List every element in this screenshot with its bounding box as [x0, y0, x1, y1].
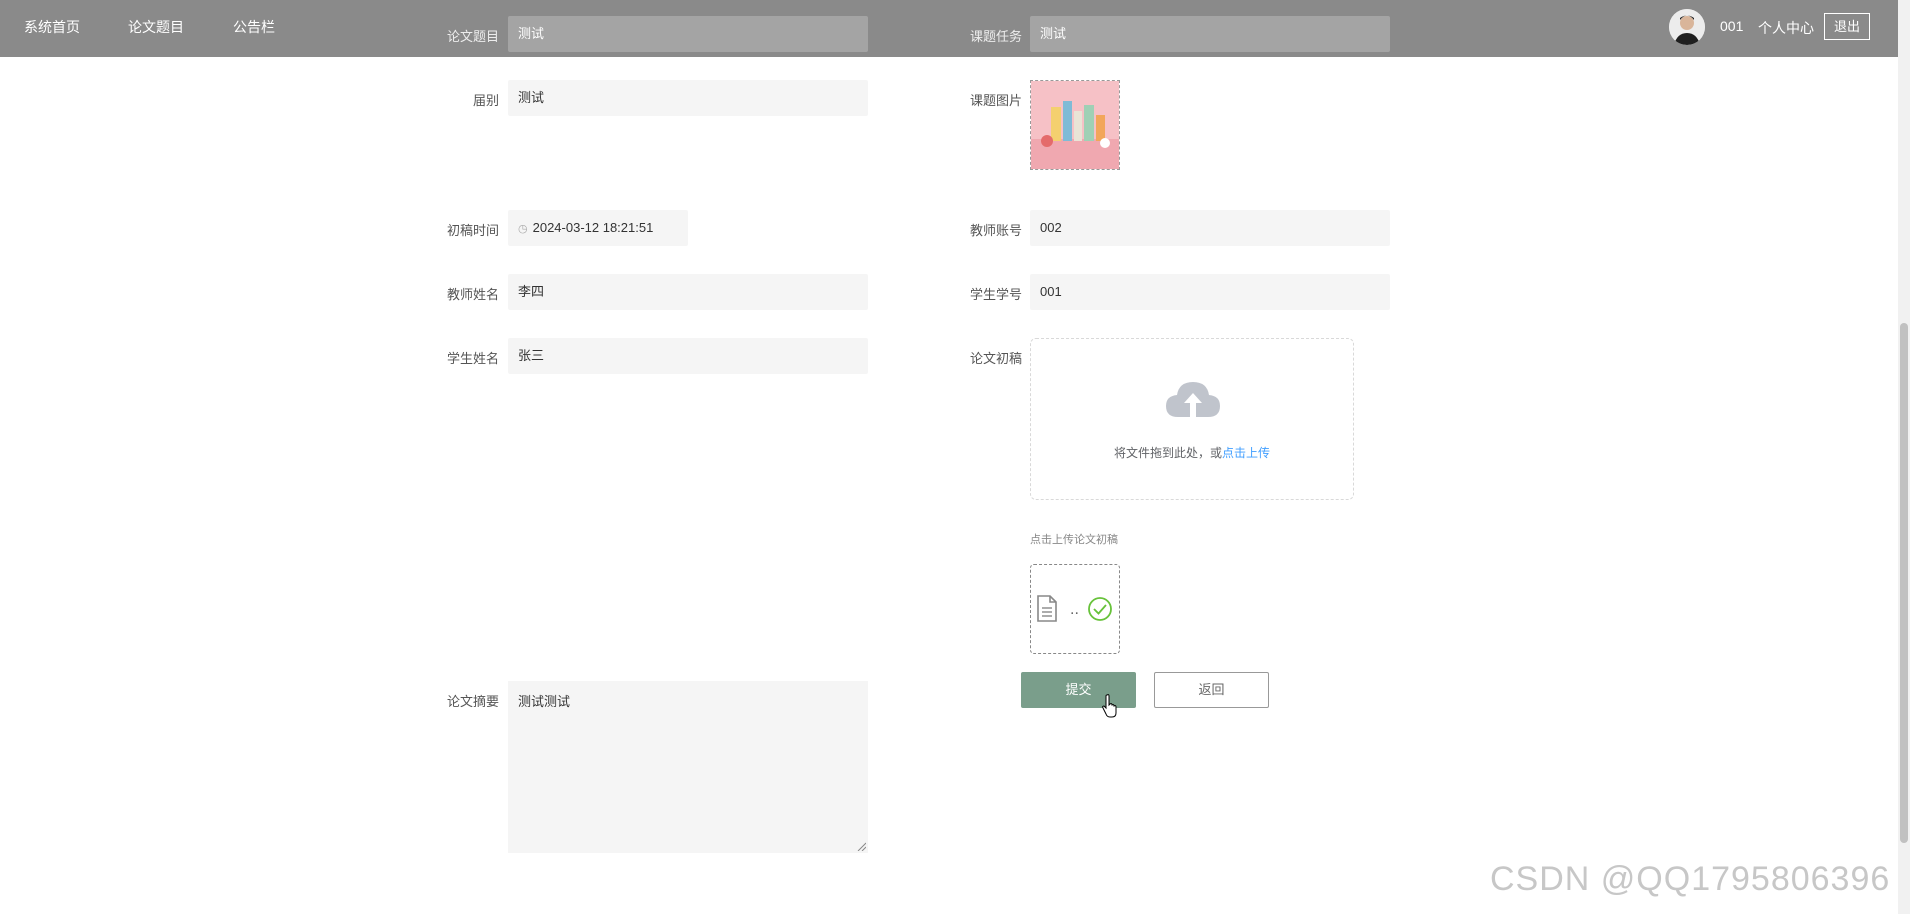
- session-field[interactable]: 测试: [508, 80, 868, 116]
- username-label: 001: [1720, 18, 1744, 34]
- clock-icon: ◷: [518, 223, 528, 235]
- draft-label: 论文初稿: [969, 351, 1022, 366]
- uploaded-file-card[interactable]: ..: [1030, 564, 1120, 654]
- abstract-label: 论文摘要: [446, 694, 499, 709]
- upload-cloud-icon: [1166, 382, 1220, 417]
- draft-time-picker[interactable]: ◷ 2024-03-12 18:21:51: [508, 210, 688, 246]
- topic-image[interactable]: [1030, 80, 1120, 170]
- student-name-label: 学生姓名: [446, 351, 499, 366]
- upload-hint: 将文件拖到此处，或点击上传: [1031, 444, 1353, 461]
- task-label: 课题任务: [969, 29, 1022, 44]
- teacher-name-label: 教师姓名: [446, 287, 499, 302]
- upload-hint-text: 将文件拖到此处，或: [1113, 446, 1222, 460]
- draft-upload-dropzone[interactable]: 将文件拖到此处，或点击上传: [1030, 338, 1354, 500]
- hand-cursor-icon: [1102, 694, 1117, 718]
- abstract-text: 测试测试: [518, 694, 571, 709]
- nav-thesis-topics[interactable]: 论文题目: [128, 17, 184, 37]
- page-scrollbar[interactable]: [1898, 0, 1910, 914]
- resize-handle-icon[interactable]: [856, 841, 866, 851]
- student-name-field[interactable]: 张三: [508, 338, 868, 374]
- image-label: 课题图片: [969, 93, 1022, 108]
- upload-tip: 点击上传论文初稿: [1030, 534, 1118, 546]
- topic-label: 论文题目: [446, 29, 499, 44]
- back-button[interactable]: 返回: [1154, 672, 1269, 708]
- check-circle-icon: [1088, 597, 1112, 621]
- nav-home[interactable]: 系统首页: [24, 17, 80, 37]
- upload-link[interactable]: 点击上传: [1222, 446, 1270, 460]
- file-name: ..: [1070, 601, 1079, 618]
- task-field[interactable]: 测试: [1030, 16, 1390, 52]
- logout-button[interactable]: 退出: [1824, 13, 1870, 40]
- abstract-textarea[interactable]: 测试测试: [508, 681, 868, 853]
- nav-bulletin[interactable]: 公告栏: [233, 17, 275, 37]
- teacher-account-label: 教师账号: [969, 223, 1022, 238]
- watermark: CSDN @QQ1795806396: [1490, 860, 1891, 898]
- draft-time-label: 初稿时间: [446, 223, 499, 238]
- student-id-field[interactable]: 001: [1030, 274, 1390, 310]
- avatar[interactable]: [1669, 9, 1705, 45]
- draft-time-value: 2024-03-12 18:21:51: [532, 220, 654, 235]
- topic-field[interactable]: 测试: [508, 16, 868, 52]
- scroll-thumb[interactable]: [1900, 323, 1908, 843]
- session-label: 届别: [472, 93, 499, 108]
- document-icon: [1037, 595, 1057, 622]
- personal-center-link[interactable]: 个人中心: [1758, 18, 1814, 38]
- teacher-name-field[interactable]: 李四: [508, 274, 868, 310]
- teacher-account-field[interactable]: 002: [1030, 210, 1390, 246]
- student-id-label: 学生学号: [969, 287, 1022, 302]
